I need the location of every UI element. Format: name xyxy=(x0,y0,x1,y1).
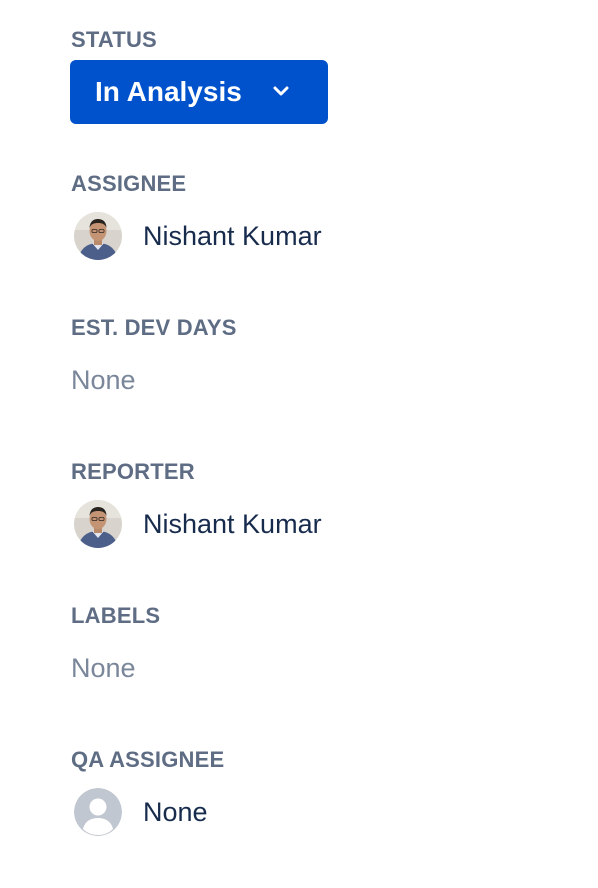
qa-assignee-user[interactable]: None xyxy=(74,788,208,836)
reporter-name: Nishant Kumar xyxy=(143,509,322,539)
est-dev-days-value[interactable]: None xyxy=(71,364,136,396)
assignee-name: Nishant Kumar xyxy=(143,221,322,251)
user-photo-avatar-icon xyxy=(74,500,122,548)
chevron-down-icon xyxy=(273,86,289,96)
reporter-user[interactable]: Nishant Kumar xyxy=(74,500,322,548)
default-user-icon xyxy=(74,788,122,836)
assignee-field-label: ASSIGNEE xyxy=(71,171,187,196)
labels-value[interactable]: None xyxy=(71,652,136,684)
user-photo-avatar-icon xyxy=(74,212,122,260)
qa-assignee-field-label: QA ASSIGNEE xyxy=(71,747,225,772)
status-dropdown-button[interactable]: In Analysis xyxy=(70,60,328,124)
est-dev-days-field-label: EST. DEV DAYS xyxy=(71,315,237,340)
status-value: In Analysis xyxy=(95,76,242,107)
issue-details-panel: STATUS In Analysis ASSIGNEE Nishant Kuma… xyxy=(0,0,598,888)
status-field-label: STATUS xyxy=(71,27,157,52)
qa-assignee-name: None xyxy=(143,797,208,827)
assignee-user[interactable]: Nishant Kumar xyxy=(74,212,322,260)
reporter-field-label: REPORTER xyxy=(71,459,195,484)
labels-field-label: LABELS xyxy=(71,603,161,628)
